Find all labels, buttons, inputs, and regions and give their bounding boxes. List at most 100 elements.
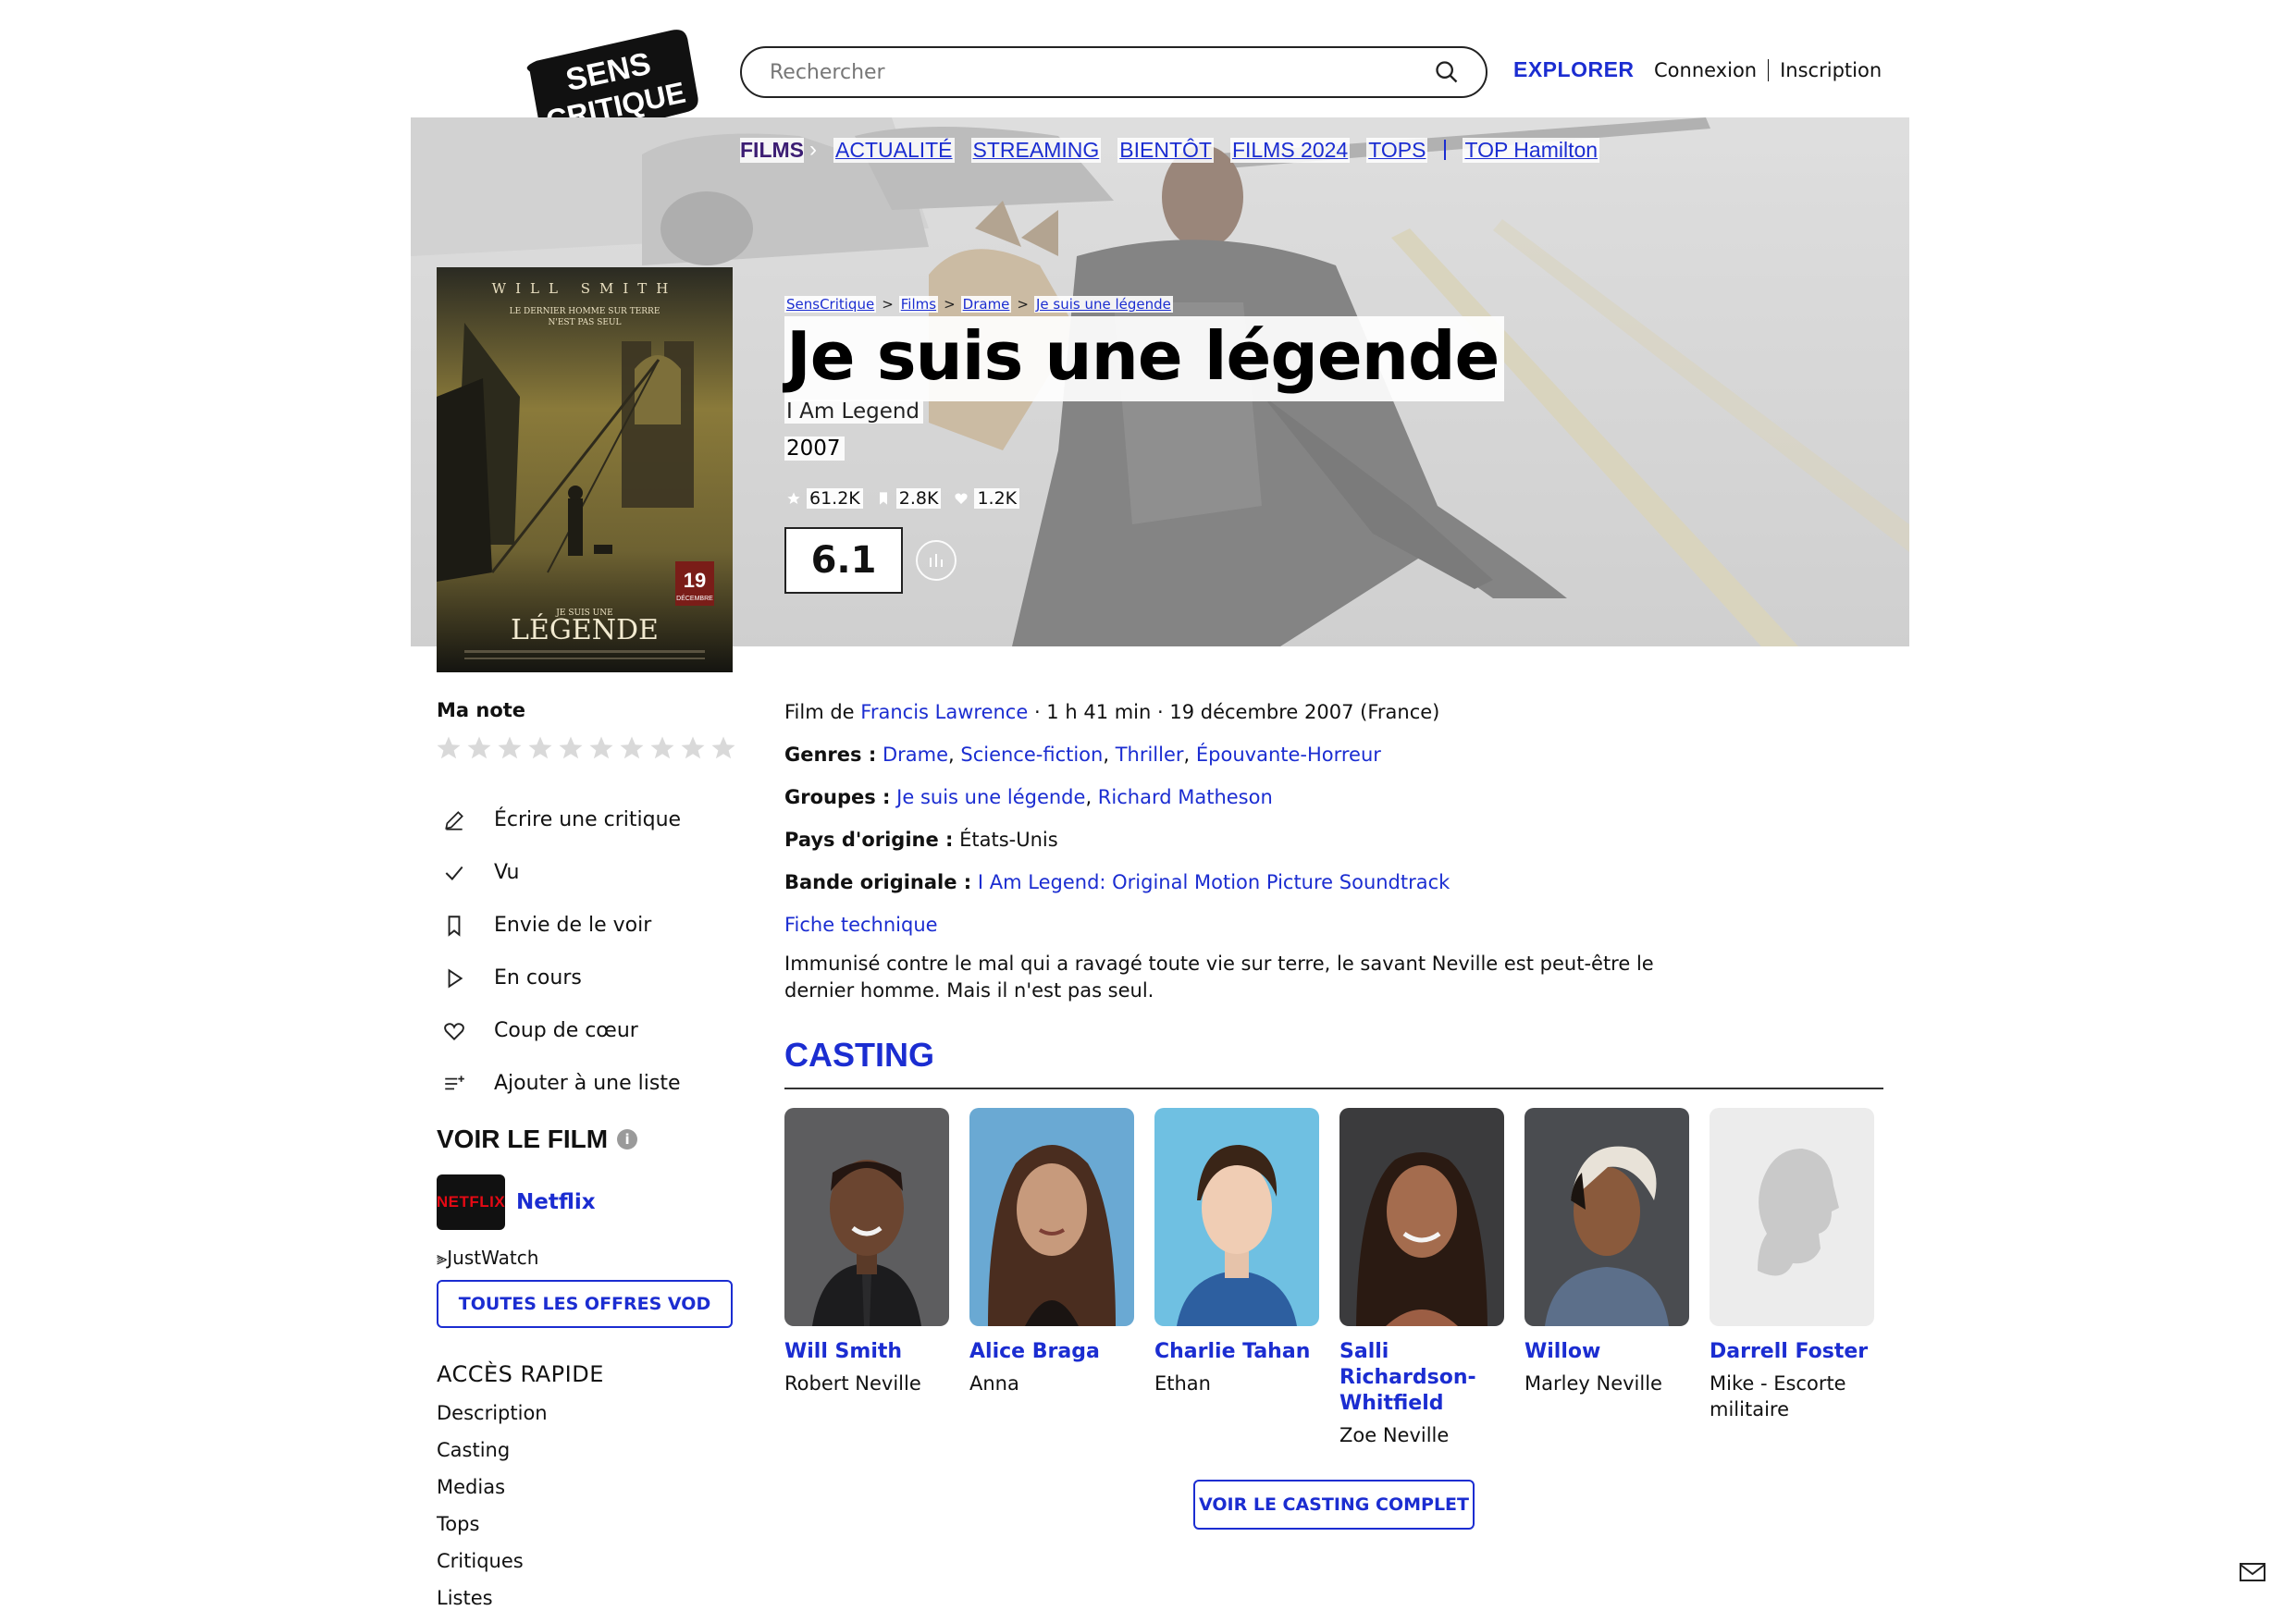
quick-link-medias[interactable]: Medias	[437, 1476, 548, 1513]
cast-card: Charlie Tahan Ethan	[1154, 1108, 1319, 1448]
section-nav: FILMS › ACTUALITÉ STREAMING BIENTÔT FILM…	[740, 137, 1600, 163]
seen-action[interactable]: Vu	[442, 846, 681, 899]
full-casting-button[interactable]: VOIR LE CASTING COMPLET	[1193, 1480, 1475, 1530]
cast-card: Willow Marley Neville	[1524, 1108, 1689, 1448]
rating-star-icon[interactable]	[526, 734, 554, 762]
add-to-list-label: Ajouter à une liste	[494, 1072, 681, 1095]
group-link[interactable]: Je suis une légende	[896, 786, 1085, 808]
actor-name[interactable]: Salli Richardson-Whitfield	[1339, 1339, 1504, 1417]
rating-star-icon[interactable]	[618, 734, 646, 762]
breadcrumb-item[interactable]: Je suis une légende	[1033, 296, 1173, 313]
genre-link[interactable]: Thriller	[1116, 744, 1184, 766]
genres-row: Genres : Drame, Science-fiction, Thrille…	[784, 744, 1381, 766]
actor-photo[interactable]	[969, 1108, 1134, 1326]
actor-role: Ethan	[1154, 1372, 1211, 1395]
actor-name[interactable]: Alice Braga	[969, 1339, 1134, 1365]
explorer-link[interactable]: EXPLORER	[1513, 57, 1635, 82]
actor-role: Robert Neville	[784, 1372, 921, 1395]
search-bar[interactable]	[740, 46, 1487, 98]
actor-photo[interactable]	[784, 1108, 949, 1326]
auth-links: Connexion Inscription	[1654, 59, 1882, 81]
director-link[interactable]: Francis Lawrence	[860, 701, 1028, 723]
nav-actualite[interactable]: ACTUALITÉ	[833, 137, 955, 163]
in-progress-action[interactable]: En cours	[442, 952, 681, 1004]
rating-star-icon[interactable]	[465, 734, 493, 762]
actor-role: Zoe Neville	[1339, 1424, 1450, 1446]
actor-photo[interactable]	[1154, 1108, 1319, 1326]
actor-name[interactable]: Will Smith	[784, 1339, 949, 1365]
rating-star-icon[interactable]	[710, 734, 737, 762]
nav-tops[interactable]: TOPS	[1366, 137, 1428, 163]
rating-star-icon[interactable]	[435, 734, 463, 762]
groups-label: Groupes :	[784, 786, 891, 808]
quick-link-critiques[interactable]: Critiques	[437, 1550, 548, 1587]
movie-poster[interactable]: WILL SMITH LE DERNIER HOMME SUR TERRE N'…	[437, 267, 733, 672]
tech-sheet-row: Fiche technique	[784, 912, 1710, 954]
info-icon[interactable]: i	[617, 1129, 638, 1150]
nav-films-2024[interactable]: FILMS 2024	[1229, 137, 1351, 163]
breadcrumb-item[interactable]: SensCritique	[784, 296, 877, 313]
vod-offers-button[interactable]: TOUTES LES OFFRES VOD	[437, 1280, 733, 1328]
write-review-action[interactable]: Écrire une critique	[442, 793, 681, 846]
nav-streaming[interactable]: STREAMING	[970, 137, 1102, 163]
provider-netflix[interactable]: NETFLIX Netflix	[437, 1174, 596, 1230]
play-icon	[448, 968, 463, 988]
quick-link-tops[interactable]: Tops	[437, 1513, 548, 1550]
average-score: 6.1	[784, 527, 903, 594]
svg-text:19: 19	[684, 569, 706, 592]
watch-section-title: VOIR LE FILM i	[437, 1125, 638, 1154]
cast-card: Alice Braga Anna	[969, 1108, 1134, 1448]
actor-photo[interactable]	[1524, 1108, 1689, 1326]
country-label: Pays d'origine :	[784, 829, 954, 851]
nav-films[interactable]: FILMS	[740, 137, 804, 163]
provider-name[interactable]: Netflix	[516, 1190, 596, 1214]
breadcrumb-item[interactable]: Drame	[960, 296, 1012, 313]
signup-link[interactable]: Inscription	[1780, 59, 1882, 81]
breadcrumb-item[interactable]: Films	[898, 296, 939, 313]
quick-access-list: Description Casting Medias Tops Critique…	[437, 1402, 548, 1623]
soundtrack-link[interactable]: I Am Legend: Original Motion Picture Sou…	[978, 871, 1450, 893]
favorite-label: Coup de cœur	[494, 1019, 638, 1042]
group-link[interactable]: Richard Matheson	[1098, 786, 1273, 808]
actor-photo-placeholder[interactable]	[1710, 1108, 1874, 1326]
favorite-action[interactable]: Coup de cœur	[442, 1004, 681, 1057]
rating-star-icon[interactable]	[557, 734, 585, 762]
nav-top-hamilton[interactable]: TOP Hamilton	[1463, 137, 1600, 163]
bar-chart-icon[interactable]	[916, 540, 957, 581]
rating-star-icon[interactable]	[496, 734, 524, 762]
rating-star-icon[interactable]	[648, 734, 676, 762]
check-icon	[445, 866, 463, 880]
search-icon[interactable]	[1434, 59, 1460, 85]
netflix-logo[interactable]: NETFLIX	[437, 1174, 505, 1230]
quick-link-description[interactable]: Description	[437, 1402, 548, 1439]
quick-link-listes[interactable]: Listes	[437, 1587, 548, 1623]
rating-stars[interactable]	[435, 734, 737, 762]
search-input[interactable]	[770, 60, 1434, 84]
genre-link[interactable]: Épouvante-Horreur	[1196, 744, 1381, 766]
svg-text:LE DERNIER HOMME SUR TERRE: LE DERNIER HOMME SUR TERRE	[510, 307, 660, 316]
genre-link[interactable]: Science-fiction	[960, 744, 1103, 766]
tech-sheet-link[interactable]: Fiche technique	[784, 914, 938, 936]
rating-star-icon[interactable]	[587, 734, 615, 762]
actor-name[interactable]: Willow	[1524, 1339, 1689, 1365]
action-list: Écrire une critique Vu Envie de le voir …	[442, 793, 681, 1110]
stat-ratings-value: 61.2K	[807, 488, 863, 509]
wishlist-action[interactable]: Envie de le voir	[442, 899, 681, 952]
login-link[interactable]: Connexion	[1654, 59, 1757, 81]
mail-icon[interactable]	[2239, 1561, 2266, 1583]
svg-text:DÉCEMBRE: DÉCEMBRE	[676, 594, 713, 602]
actor-role: Marley Neville	[1524, 1372, 1662, 1395]
rating-star-icon[interactable]	[679, 734, 707, 762]
actor-photo[interactable]	[1339, 1108, 1504, 1326]
in-progress-label: En cours	[494, 966, 582, 990]
quick-link-casting[interactable]: Casting	[437, 1439, 548, 1476]
add-to-list-action[interactable]: Ajouter à une liste	[442, 1057, 681, 1110]
genre-link[interactable]: Drame	[883, 744, 948, 766]
bookmark-icon	[879, 492, 887, 505]
actor-name[interactable]: Charlie Tahan	[1154, 1339, 1319, 1365]
stat-favorites: 1.2K	[954, 488, 1020, 509]
auth-divider	[1768, 59, 1770, 81]
cast-card: Salli Richardson-Whitfield Zoe Neville	[1339, 1108, 1504, 1448]
actor-name[interactable]: Darrell Foster	[1710, 1339, 1874, 1365]
nav-bientot[interactable]: BIENTÔT	[1117, 137, 1214, 163]
